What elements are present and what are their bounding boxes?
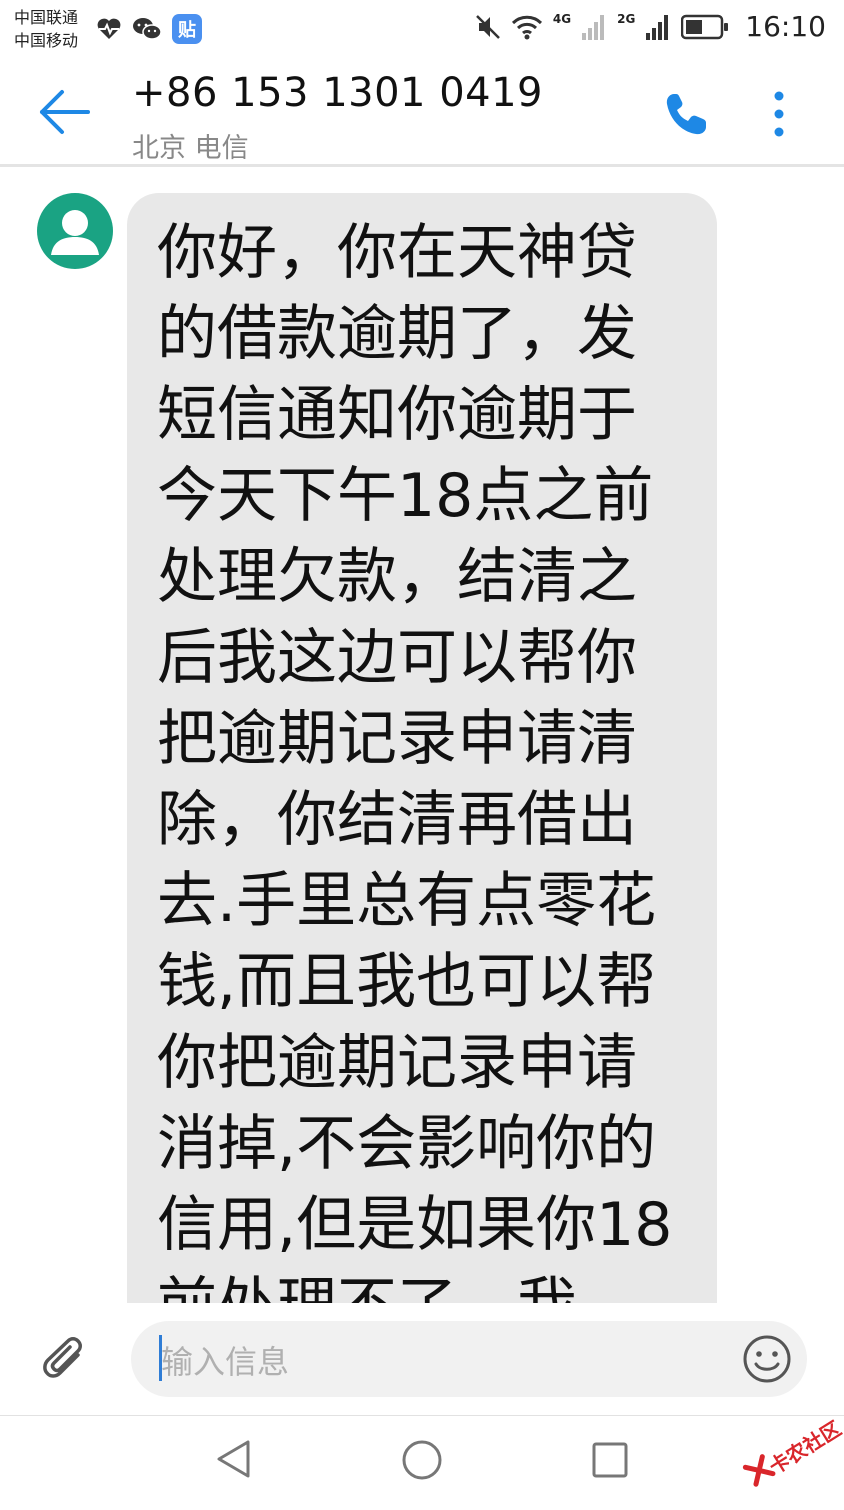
signal-icon <box>646 14 669 40</box>
network-type-2: 2G <box>617 11 636 26</box>
mute-icon <box>476 14 500 39</box>
compose-bar: 输入信息 <box>0 1303 844 1415</box>
heart-pulse-icon <box>97 18 121 39</box>
phone-call-icon[interactable] <box>660 88 712 140</box>
tieba-icon: 贴 <box>172 14 202 44</box>
contact-number: +86 153 1301 0419 <box>132 70 543 116</box>
nav-home-icon[interactable] <box>400 1438 444 1482</box>
carrier-names: 中国联通 中国移动 <box>14 6 78 52</box>
back-arrow-icon[interactable] <box>36 86 94 138</box>
status-bar: 中国联通 中国移动 贴 4G 2G 16:10 <box>0 0 844 58</box>
carrier-1: 中国联通 <box>14 8 79 27</box>
battery-icon <box>681 14 729 39</box>
conversation-header: +86 153 1301 0419 北京 电信 <box>0 58 844 167</box>
signal-icon <box>582 14 605 40</box>
more-options-icon[interactable] <box>764 88 794 140</box>
wechat-icon <box>133 18 162 40</box>
message-text: 你好，你在天神贷的借款逾期了，发短信通知你逾期于今天下午18点之前处理欠款，结清… <box>157 218 673 1303</box>
contact-avatar[interactable] <box>37 193 113 269</box>
paperclip-icon[interactable] <box>38 1333 94 1389</box>
nav-back-icon[interactable] <box>214 1438 254 1480</box>
message-input[interactable]: 输入信息 <box>131 1321 807 1397</box>
person-icon <box>51 210 99 255</box>
navigation-bar <box>0 1415 844 1501</box>
network-type-1: 4G <box>552 11 572 26</box>
message-list[interactable]: 你好，你在天神贷的借款逾期了，发短信通知你逾期于今天下午18点之前处理欠款，结清… <box>0 167 844 1303</box>
contact-location: 北京 电信 <box>132 133 249 164</box>
clock: 16:10 <box>745 10 826 43</box>
message-input-placeholder: 输入信息 <box>161 1343 290 1381</box>
nav-recents-icon[interactable] <box>590 1440 630 1480</box>
watermark-text: 卡农社区 <box>764 1416 844 1480</box>
emoji-icon[interactable] <box>741 1333 793 1385</box>
notification-icons: 贴 <box>96 14 202 44</box>
carrier-2: 中国移动 <box>14 31 79 50</box>
status-icons: 4G 2G 16:10 <box>475 10 826 43</box>
incoming-message-bubble[interactable]: 你好，你在天神贷的借款逾期了，发短信通知你逾期于今天下午18点之前处理欠款，结清… <box>127 193 717 1303</box>
wifi-icon <box>511 15 542 39</box>
